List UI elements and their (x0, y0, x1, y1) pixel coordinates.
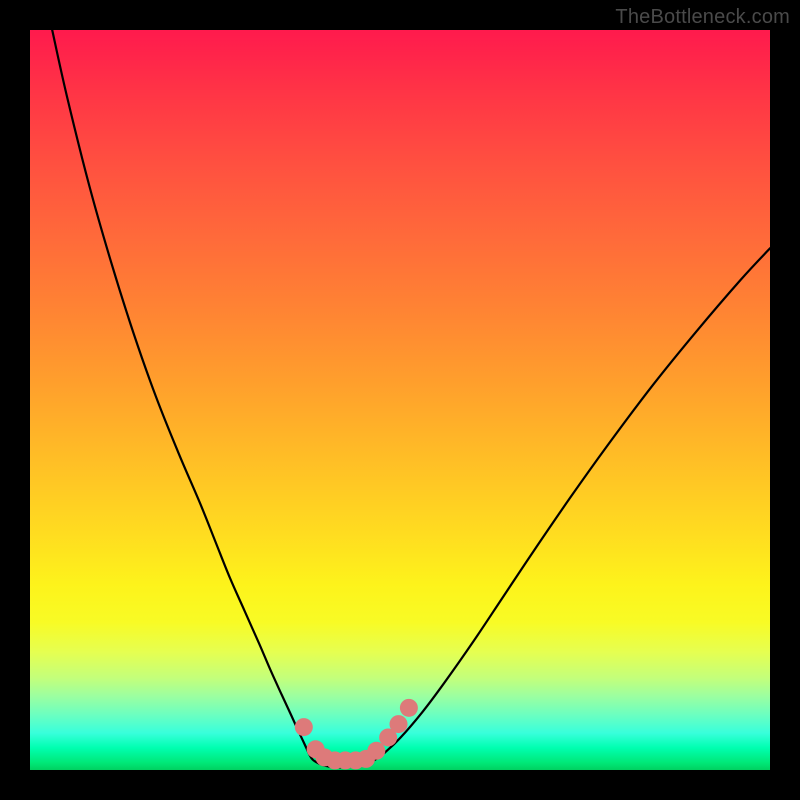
data-marker (390, 715, 408, 733)
chart-frame: TheBottleneck.com (0, 0, 800, 800)
data-marker (295, 718, 313, 736)
watermark-text: TheBottleneck.com (615, 6, 790, 29)
plot-area (30, 30, 770, 770)
curve-group (52, 30, 770, 767)
bottleneck-curve (52, 30, 770, 767)
data-marker (400, 699, 418, 717)
chart-svg (30, 30, 770, 770)
